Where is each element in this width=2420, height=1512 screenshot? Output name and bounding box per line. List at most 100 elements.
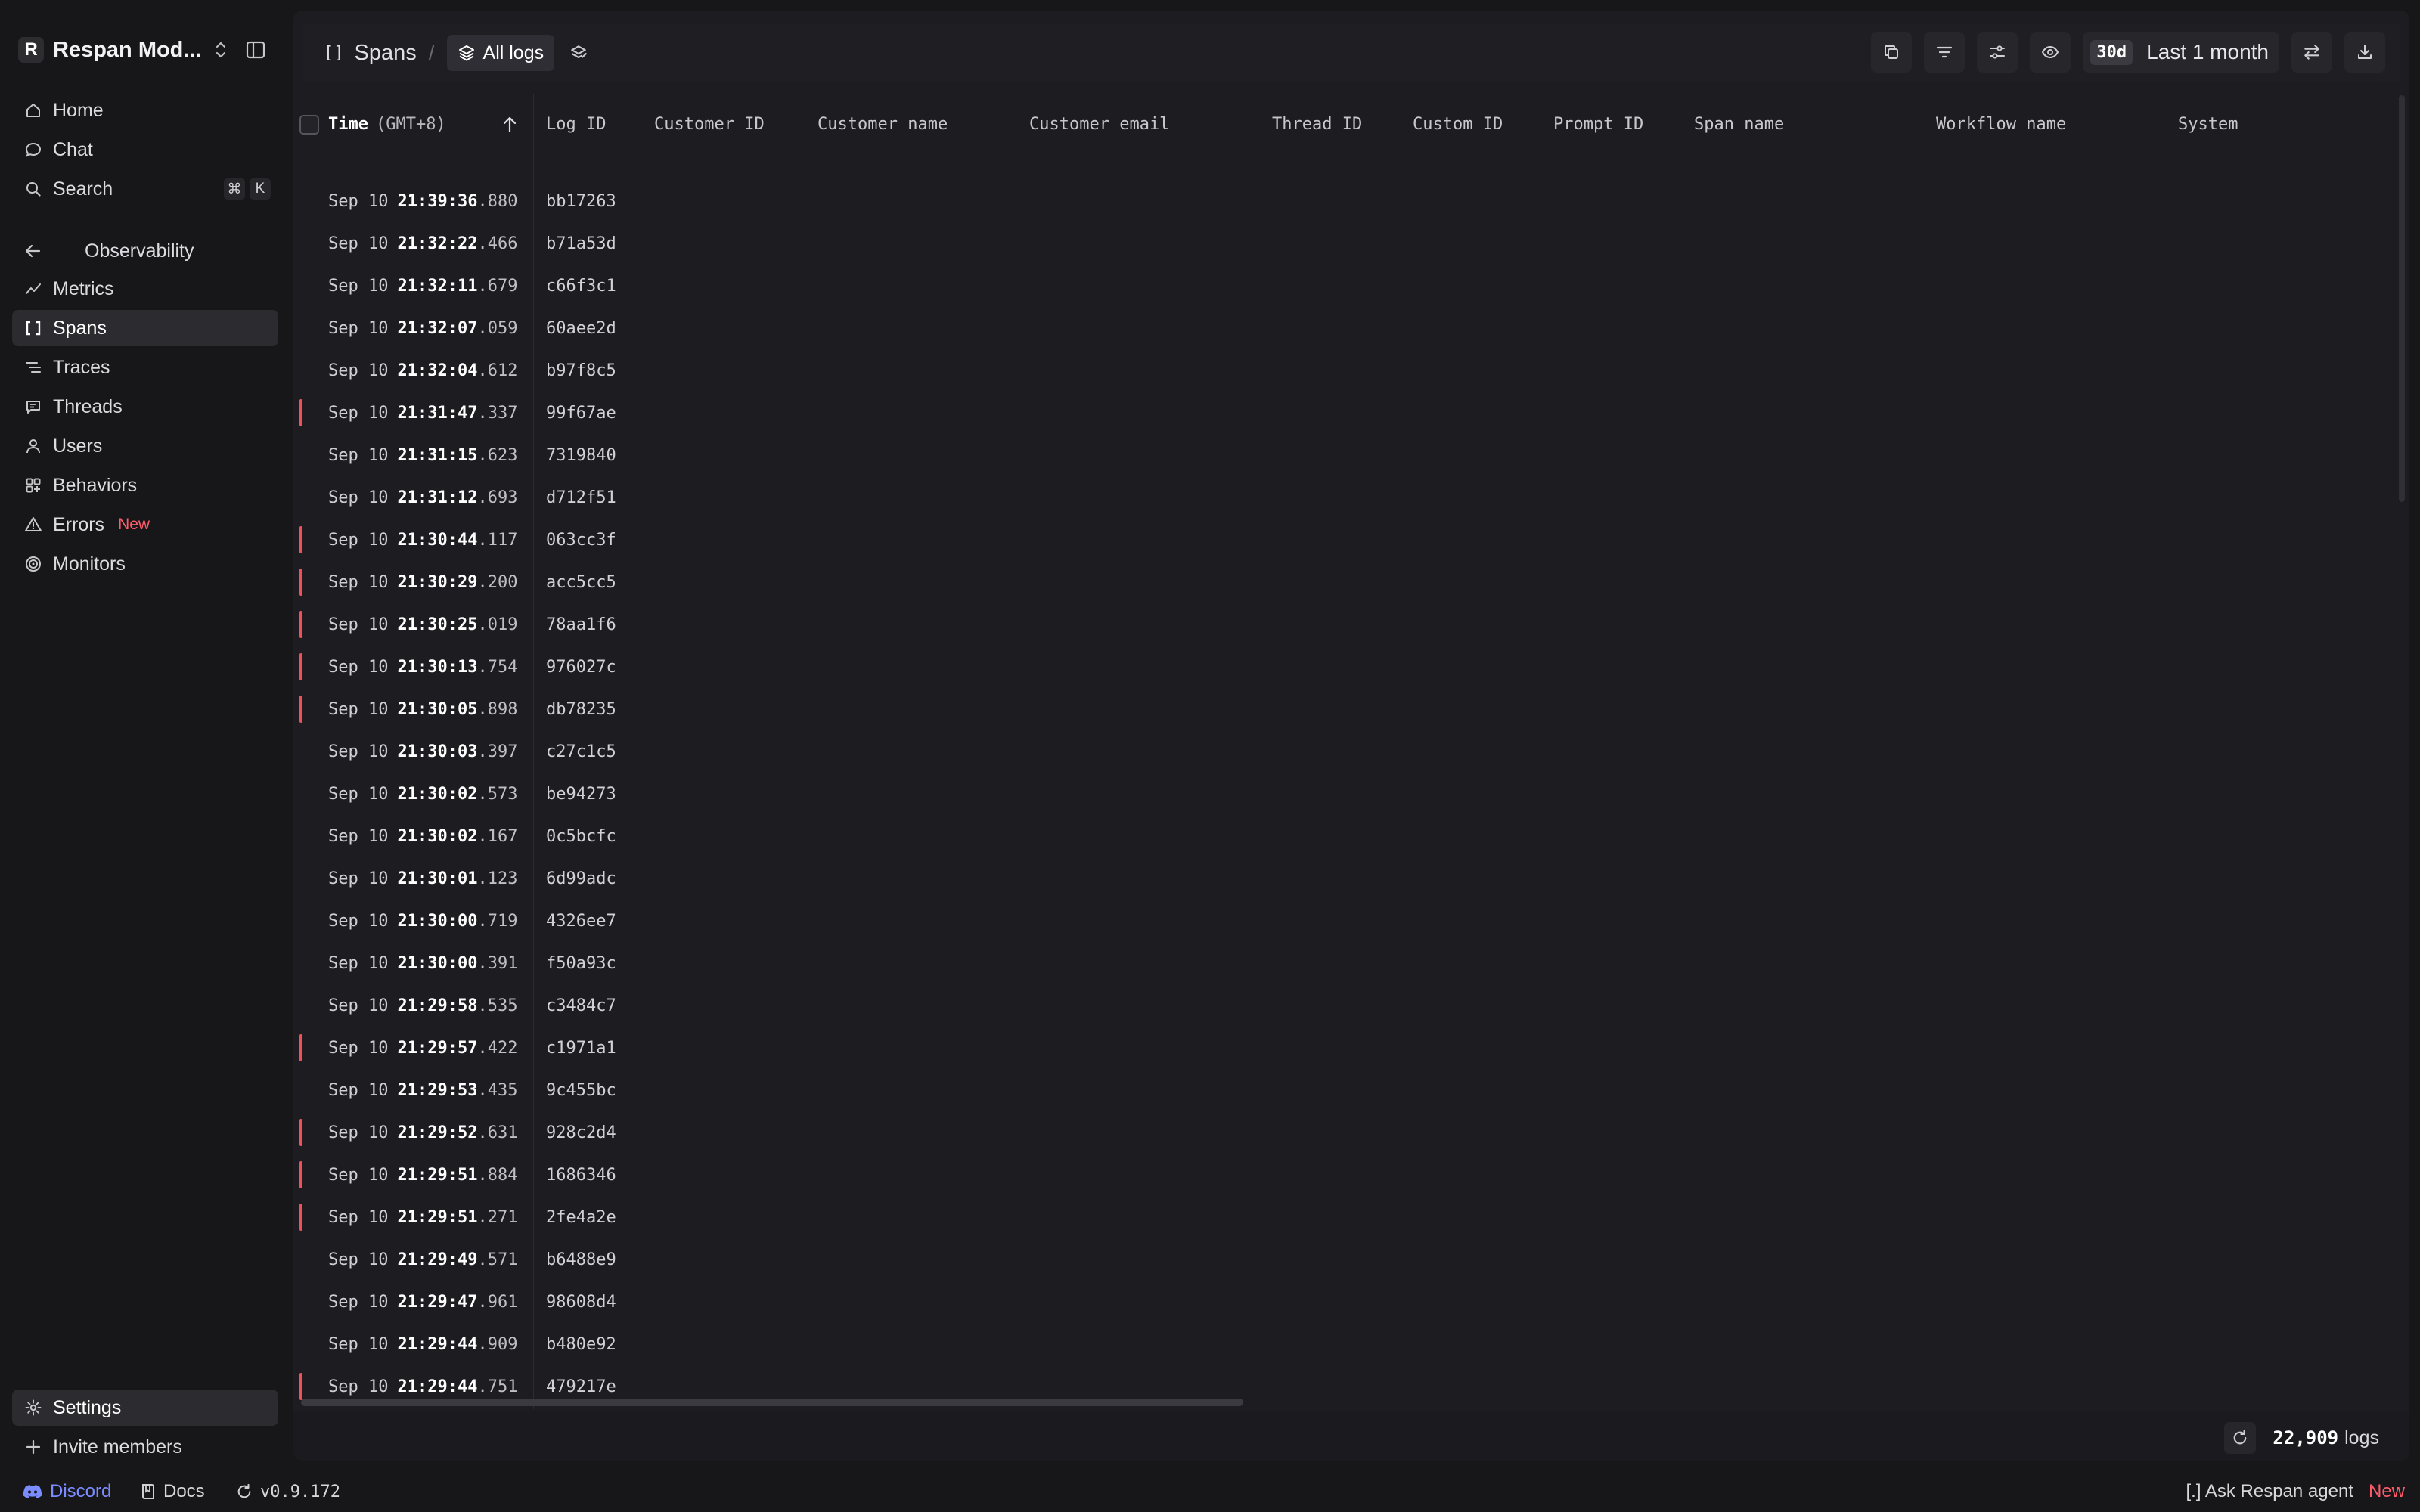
table-row[interactable]: Sep 10 21:29:51.271 2fe4a2e <box>293 1196 2409 1238</box>
column-header-workflow-name[interactable]: Workflow name <box>1936 94 2066 154</box>
table-row[interactable]: Sep 10 21:30:03.397 c27c1c5 <box>293 730 2409 773</box>
manage-views-button[interactable] <box>563 38 594 68</box>
table-row[interactable]: Sep 10 21:29:51.884 1686346 <box>293 1154 2409 1196</box>
nav-behaviors[interactable]: Behaviors <box>12 467 278 503</box>
nav-home[interactable]: Home <box>12 92 278 129</box>
nav-monitors[interactable]: Monitors <box>12 546 278 582</box>
cell-log-id[interactable]: 99f67ae <box>546 392 616 434</box>
table-row[interactable]: Sep 10 21:29:53.435 9c455bc <box>293 1069 2409 1111</box>
nav-users[interactable]: Users <box>12 428 278 464</box>
compare-button[interactable] <box>2291 32 2332 73</box>
cell-log-id[interactable]: db78235 <box>546 688 616 730</box>
cell-log-id[interactable]: f50a93c <box>546 942 616 984</box>
table-row[interactable]: Sep 10 21:30:25.019 78aa1f6 <box>293 603 2409 646</box>
cell-log-id[interactable]: c1971a1 <box>546 1027 616 1069</box>
table-row[interactable]: Sep 10 21:29:58.535 c3484c7 <box>293 984 2409 1027</box>
visibility-button[interactable] <box>2030 32 2071 73</box>
refresh-button[interactable] <box>2224 1422 2257 1454</box>
view-selector[interactable]: All logs <box>446 35 555 71</box>
cell-log-id[interactable]: 063cc3f <box>546 519 616 561</box>
table-row[interactable]: Sep 10 21:32:22.466 b71a53d <box>293 222 2409 265</box>
cell-log-id[interactable]: c27c1c5 <box>546 730 616 773</box>
breadcrumb[interactable]: [] Spans <box>324 41 417 66</box>
table-row[interactable]: Sep 10 21:30:44.117 063cc3f <box>293 519 2409 561</box>
cell-log-id[interactable]: 6d99adc <box>546 857 616 900</box>
cell-log-id[interactable]: b6488e9 <box>546 1238 616 1281</box>
table-row[interactable]: Sep 10 21:29:44.909 b480e92 <box>293 1323 2409 1365</box>
table-row[interactable]: Sep 10 21:32:11.679 c66f3c1 <box>293 265 2409 307</box>
ask-agent-button[interactable]: [.] Ask Respan agent New <box>2186 1481 2406 1502</box>
copy-button[interactable] <box>1871 32 1913 73</box>
vertical-scrollbar[interactable] <box>2399 95 2405 502</box>
cell-log-id[interactable]: 98608d4 <box>546 1281 616 1323</box>
table-row[interactable]: Sep 10 21:30:13.754 976027c <box>293 646 2409 688</box>
table-row[interactable]: Sep 10 21:31:47.337 99f67ae <box>293 392 2409 434</box>
docs-link[interactable]: Docs <box>141 1481 205 1502</box>
nav-spans[interactable]: Spans <box>12 310 278 346</box>
table-row[interactable]: Sep 10 21:29:52.631 928c2d4 <box>293 1111 2409 1154</box>
table-row[interactable]: Sep 10 21:30:00.719 4326ee7 <box>293 900 2409 942</box>
column-header-log-id[interactable]: Log ID <box>546 94 606 154</box>
cell-log-id[interactable]: 60aee2d <box>546 307 616 349</box>
cell-log-id[interactable]: b71a53d <box>546 222 616 265</box>
horizontal-scrollbar[interactable] <box>301 1399 1243 1406</box>
cell-log-id[interactable]: d712f51 <box>546 476 616 519</box>
table-row[interactable]: Sep 10 21:30:29.200 acc5cc5 <box>293 561 2409 603</box>
table-row[interactable]: Sep 10 21:30:05.898 db78235 <box>293 688 2409 730</box>
nav-metrics[interactable]: Metrics <box>12 271 278 307</box>
export-button[interactable] <box>2344 32 2385 73</box>
table-row[interactable]: Sep 10 21:32:04.612 b97f8c5 <box>293 349 2409 392</box>
column-header-prompt-id[interactable]: Prompt ID <box>1553 94 1643 154</box>
cell-log-id[interactable]: be94273 <box>546 773 616 815</box>
table-row[interactable]: Sep 10 21:29:49.571 b6488e9 <box>293 1238 2409 1281</box>
cell-log-id[interactable]: acc5cc5 <box>546 561 616 603</box>
column-header-customer-id[interactable]: Customer ID <box>654 94 765 154</box>
display-settings-button[interactable] <box>1977 32 2018 73</box>
cell-log-id[interactable]: c66f3c1 <box>546 265 616 307</box>
cell-log-id[interactable]: 4326ee7 <box>546 900 616 942</box>
table-row[interactable]: Sep 10 21:30:00.391 f50a93c <box>293 942 2409 984</box>
table-row[interactable]: Sep 10 21:31:12.693 d712f51 <box>293 476 2409 519</box>
nav-traces[interactable]: Traces <box>12 349 278 386</box>
filter-button[interactable] <box>1924 32 1965 73</box>
column-header-system[interactable]: System <box>2178 94 2238 154</box>
sort-arrow-up-icon[interactable] <box>501 115 519 135</box>
table-row[interactable]: Sep 10 21:30:01.123 6d99adc <box>293 857 2409 900</box>
nav-errors[interactable]: Errors New <box>12 507 278 543</box>
cell-log-id[interactable]: 78aa1f6 <box>546 603 616 646</box>
table-row[interactable]: Sep 10 21:30:02.167 0c5bcfc <box>293 815 2409 857</box>
column-header-custom-id[interactable]: Custom ID <box>1413 94 1503 154</box>
nav-search[interactable]: Search ⌘ K <box>12 171 278 207</box>
observability-header[interactable]: Observability <box>12 233 278 269</box>
column-header-thread-id[interactable]: Thread ID <box>1272 94 1362 154</box>
cell-log-id[interactable]: b480e92 <box>546 1323 616 1365</box>
cell-log-id[interactable]: 2fe4a2e <box>546 1196 616 1238</box>
nav-settings[interactable]: Settings <box>12 1390 278 1426</box>
cell-log-id[interactable]: 976027c <box>546 646 616 688</box>
cell-log-id[interactable]: c3484c7 <box>546 984 616 1027</box>
cell-log-id[interactable]: 7319840 <box>546 434 616 476</box>
cell-log-id[interactable]: b97f8c5 <box>546 349 616 392</box>
table-row[interactable]: Sep 10 21:31:15.623 7319840 <box>293 434 2409 476</box>
nav-invite-members[interactable]: Invite members <box>12 1429 278 1465</box>
discord-link[interactable]: Discord <box>23 1481 111 1502</box>
column-header-customer-email[interactable]: Customer email <box>1029 94 1169 154</box>
cell-log-id[interactable]: 0c5bcfc <box>546 815 616 857</box>
cell-log-id[interactable]: 9c455bc <box>546 1069 616 1111</box>
sidebar-toggle-button[interactable] <box>240 35 271 65</box>
select-all-checkbox[interactable] <box>299 115 319 135</box>
table-row[interactable]: Sep 10 21:39:36.880 bb17263 <box>293 180 2409 222</box>
column-header-customer-name[interactable]: Customer name <box>818 94 948 154</box>
time-range-selector[interactable]: 30d Last 1 month <box>2083 32 2279 73</box>
table-row[interactable]: Sep 10 21:32:07.059 60aee2d <box>293 307 2409 349</box>
table-row[interactable]: Sep 10 21:29:57.422 c1971a1 <box>293 1027 2409 1069</box>
nav-chat[interactable]: Chat <box>12 132 278 168</box>
cell-log-id[interactable]: bb17263 <box>546 180 616 222</box>
cell-log-id[interactable]: 1686346 <box>546 1154 616 1196</box>
nav-threads[interactable]: Threads <box>12 389 278 425</box>
column-header-time[interactable]: Time (GMT+8) <box>328 94 446 154</box>
column-header-span-name[interactable]: Span name <box>1694 94 1784 154</box>
table-row[interactable]: Sep 10 21:29:47.961 98608d4 <box>293 1281 2409 1323</box>
table-row[interactable]: Sep 10 21:30:02.573 be94273 <box>293 773 2409 815</box>
cell-log-id[interactable]: 928c2d4 <box>546 1111 616 1154</box>
